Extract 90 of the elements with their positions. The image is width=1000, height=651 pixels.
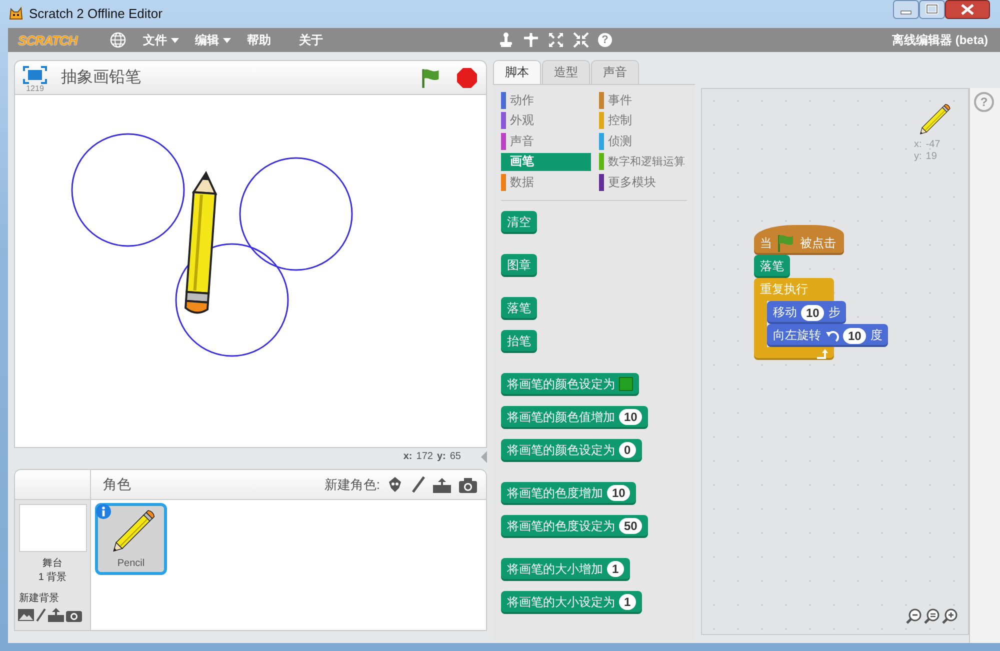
c-block[interactable]: 重复执行 移动 10 步 向左旋转 10 度: [754, 278, 888, 360]
new-sprite-label: 新建角色:: [324, 476, 380, 494]
code-block[interactable]: 清空: [501, 210, 537, 234]
new-backdrop-label: 新建背景: [19, 592, 59, 605]
help-button[interactable]: ?: [598, 33, 612, 47]
category-item[interactable]: 控制: [599, 112, 689, 130]
stamp-icon[interactable]: [498, 32, 514, 48]
stop-button[interactable]: [456, 66, 478, 88]
rotate-left-icon: [825, 328, 839, 342]
code-block[interactable]: 向左旋转 10 度: [767, 324, 888, 347]
category-item[interactable]: 侦测: [599, 132, 689, 150]
code-block[interactable]: 抬笔: [501, 330, 537, 352]
window-title: Scratch 2 Offline Editor: [29, 6, 162, 20]
number-input[interactable]: 10: [843, 328, 866, 344]
presentation-mode-icon[interactable]: [23, 66, 47, 84]
category-item[interactable]: 更多模块: [599, 173, 689, 191]
mouse-y-label: y:: [436, 451, 446, 462]
category-item[interactable]: 画笔: [501, 152, 591, 170]
mouse-x-label: x:: [403, 451, 412, 462]
category-item[interactable]: 数据: [501, 173, 591, 191]
code-block[interactable]: 落笔: [754, 255, 790, 278]
editor-mode-label: 离线编辑器 (beta): [892, 32, 988, 48]
loop-arrow-icon: [816, 348, 828, 358]
mouse-y-value: 65: [450, 451, 461, 462]
number-input[interactable]: 1: [607, 561, 624, 577]
code-block[interactable]: 将画笔的色度设定为 50: [501, 514, 648, 538]
hat-block[interactable]: 当 被点击: [754, 225, 844, 255]
code-block[interactable]: 移动 10 步: [767, 301, 846, 324]
category-item[interactable]: 数字和逻辑运算: [599, 152, 689, 170]
version-label: 1219: [26, 84, 44, 93]
backdrop-count: 1 背景: [38, 570, 67, 584]
code-block[interactable]: 将画笔的颜色设定为: [501, 372, 639, 396]
info-icon[interactable]: [96, 504, 111, 519]
project-title: 抽象画铅笔: [61, 68, 142, 88]
code-block[interactable]: 将画笔的大小设定为 1: [501, 590, 642, 614]
code-block[interactable]: 将画笔的颜色值增加 10: [501, 406, 648, 428]
image-icon[interactable]: [18, 608, 34, 622]
sprites-title: 角色: [103, 476, 132, 494]
tab[interactable]: 声音: [591, 60, 639, 84]
number-input[interactable]: 10: [619, 409, 642, 425]
close-button[interactable]: [945, 0, 990, 19]
help-button[interactable]: ?: [974, 92, 994, 112]
camera-icon[interactable]: [458, 476, 478, 494]
cat-icon: [8, 5, 24, 21]
tab[interactable]: 脚本: [493, 60, 541, 84]
number-input[interactable]: 50: [619, 518, 642, 534]
shrink-icon[interactable]: [573, 32, 589, 48]
code-block[interactable]: 将画笔的色度增加 10: [501, 482, 636, 504]
flag-icon: [776, 233, 796, 253]
stage-label: 舞台: [42, 556, 62, 570]
sprite-x-label: x:: [914, 139, 922, 151]
sprite-x-value: -47: [926, 139, 940, 151]
zoom-in-icon[interactable]: [942, 608, 958, 624]
stage-thumbnail[interactable]: [18, 504, 86, 552]
upload-icon[interactable]: [48, 608, 64, 622]
menu-item[interactable]: 帮助: [239, 30, 280, 50]
number-input[interactable]: 10: [801, 304, 824, 320]
category-item[interactable]: 外观: [501, 112, 591, 130]
code-block[interactable]: 落笔: [501, 296, 537, 320]
brush-icon[interactable]: [410, 476, 426, 494]
category-item[interactable]: 事件: [599, 91, 689, 109]
sprite-y-label: y:: [914, 151, 922, 163]
cross-icon[interactable]: [523, 32, 539, 48]
category-item[interactable]: 动作: [501, 91, 591, 109]
zoom-out-icon[interactable]: [906, 608, 922, 624]
character-icon[interactable]: [386, 476, 404, 494]
number-input[interactable]: 0: [619, 442, 636, 458]
mouse-x-value: 172: [416, 451, 433, 462]
sprite-name: Pencil: [117, 558, 145, 569]
code-block[interactable]: 将画笔的大小增加 1: [501, 558, 630, 580]
sprite-y-value: 19: [926, 151, 937, 163]
sprite-tile[interactable]: Pencil: [95, 503, 167, 575]
tab[interactable]: 造型: [542, 60, 590, 84]
zoom-reset-icon[interactable]: [924, 608, 940, 624]
brush-icon[interactable]: [36, 608, 46, 622]
expand-icon[interactable]: [548, 32, 564, 48]
upload-icon[interactable]: [432, 476, 452, 494]
menu-item[interactable]: 关于: [291, 30, 332, 50]
code-block[interactable]: 图章: [501, 254, 537, 276]
maximize-button[interactable]: [919, 0, 945, 19]
color-swatch-input[interactable]: [619, 377, 633, 391]
menu-item[interactable]: 编辑: [187, 30, 240, 50]
number-input[interactable]: 10: [607, 485, 630, 501]
minimize-button[interactable]: [893, 0, 919, 19]
menu-item[interactable]: 文件: [135, 30, 188, 50]
number-input[interactable]: 1: [619, 594, 636, 610]
globe-icon[interactable]: [109, 31, 128, 49]
camera-icon[interactable]: [66, 608, 82, 622]
category-item[interactable]: 声音: [501, 132, 591, 150]
code-block[interactable]: 将画笔的颜色设定为 0: [501, 438, 642, 462]
